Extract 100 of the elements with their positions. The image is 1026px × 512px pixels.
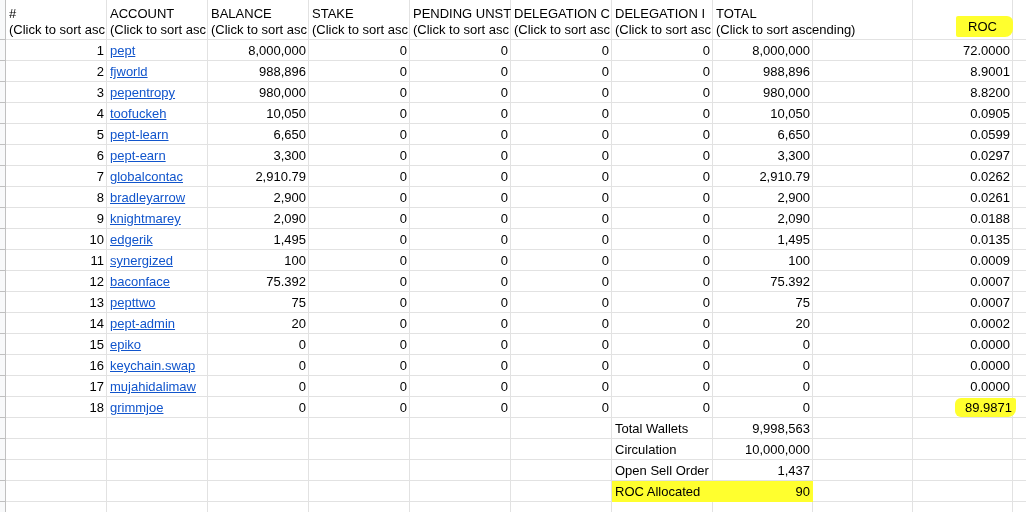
table-cell: 0.0135 bbox=[970, 232, 1010, 247]
table-cell: 0 bbox=[702, 295, 710, 310]
account-link[interactable]: edgerik bbox=[110, 232, 153, 247]
column-header[interactable]: PENDING UNST bbox=[413, 6, 512, 21]
table-cell: 0 bbox=[702, 337, 710, 352]
account-link[interactable]: globalcontac bbox=[110, 169, 183, 184]
row-number: 6 bbox=[96, 148, 104, 163]
row-number: 9 bbox=[96, 211, 104, 226]
table-cell: 0.0007 bbox=[970, 274, 1010, 289]
column-header[interactable]: DELEGATION C bbox=[514, 6, 610, 21]
table-cell: 0.0261 bbox=[970, 190, 1010, 205]
table-cell: 0 bbox=[399, 64, 407, 79]
table-cell: 2,090 bbox=[777, 211, 810, 226]
table-cell: 0 bbox=[399, 43, 407, 58]
table-cell: 0 bbox=[500, 379, 508, 394]
table-cell: 8.8200 bbox=[970, 85, 1010, 100]
sort-hint[interactable]: (Click to sort asc bbox=[413, 22, 510, 37]
account-link[interactable]: pept bbox=[110, 43, 136, 58]
account-link[interactable]: pept-earn bbox=[110, 148, 166, 163]
sort-hint[interactable]: (Click to sort asc bbox=[9, 22, 106, 37]
table-cell: 0 bbox=[500, 148, 508, 163]
table-cell: 0.0188 bbox=[970, 211, 1010, 226]
sort-hint[interactable]: (Click to sort ascending) bbox=[716, 22, 856, 37]
account-link[interactable]: epiko bbox=[110, 337, 142, 352]
table-cell: 2,910.79 bbox=[759, 169, 810, 184]
account-link[interactable]: grimmjoe bbox=[110, 400, 164, 415]
row-number: 8 bbox=[96, 190, 104, 205]
table-cell: 0 bbox=[601, 337, 609, 352]
account-link[interactable]: pepentropy bbox=[110, 85, 176, 100]
column-header[interactable]: TOTAL bbox=[716, 6, 757, 21]
account-link[interactable]: pepttwo bbox=[110, 295, 156, 310]
table-cell: 10,050 bbox=[266, 106, 306, 121]
summary-label: Total Wallets bbox=[615, 421, 689, 436]
table-cell: 0 bbox=[298, 358, 306, 373]
column-header[interactable]: BALANCE bbox=[211, 6, 272, 21]
table-cell: 20 bbox=[291, 316, 306, 331]
table-cell: 980,000 bbox=[763, 85, 810, 100]
table-cell: 8.9001 bbox=[970, 64, 1010, 79]
account-link[interactable]: toofuckeh bbox=[110, 106, 167, 121]
row-number: 3 bbox=[96, 85, 104, 100]
account-link[interactable]: keychain.swap bbox=[110, 358, 196, 373]
table-cell: 0 bbox=[399, 253, 407, 268]
row-number: 12 bbox=[89, 274, 104, 289]
row-number: 16 bbox=[89, 358, 104, 373]
table-cell: 3,300 bbox=[777, 148, 810, 163]
sort-hint[interactable]: (Click to sort asc bbox=[615, 22, 712, 37]
row-number: 1 bbox=[96, 43, 104, 58]
table-cell: 0 bbox=[601, 400, 609, 415]
row-number: 15 bbox=[89, 337, 104, 352]
table-cell: 2,090 bbox=[273, 211, 306, 226]
table-cell: 0 bbox=[702, 64, 710, 79]
row-number: 18 bbox=[89, 400, 104, 415]
table-cell: 100 bbox=[284, 253, 306, 268]
table-cell: 0 bbox=[500, 190, 508, 205]
table-cell: 0 bbox=[702, 43, 710, 58]
table-cell: 0 bbox=[399, 358, 407, 373]
account-link[interactable]: baconface bbox=[110, 274, 170, 289]
account-link[interactable]: bradleyarrow bbox=[110, 190, 186, 205]
table-cell: 0 bbox=[702, 85, 710, 100]
table-cell: 0 bbox=[601, 106, 609, 121]
account-link[interactable]: mujahidalimaw bbox=[110, 379, 196, 394]
table-cell: 0 bbox=[702, 169, 710, 184]
table-cell: 2,900 bbox=[273, 190, 306, 205]
account-link[interactable]: pept-admin bbox=[110, 316, 176, 331]
table-cell: 0.0000 bbox=[970, 337, 1010, 352]
sort-hint[interactable]: (Click to sort asc bbox=[312, 22, 409, 37]
table-cell: 75.392 bbox=[770, 274, 810, 289]
table-cell: 0 bbox=[601, 295, 609, 310]
table-cell: 0 bbox=[601, 274, 609, 289]
column-header[interactable]: ROC bbox=[956, 16, 1013, 37]
sort-hint[interactable]: (Click to sort asc bbox=[211, 22, 308, 37]
table-cell: 2,910.79 bbox=[255, 169, 306, 184]
table-cell: 0 bbox=[601, 316, 609, 331]
table-cell: 0.0007 bbox=[970, 295, 1010, 310]
column-header[interactable]: ACCOUNT bbox=[110, 6, 175, 21]
table-cell: 0 bbox=[802, 337, 810, 352]
table-cell: 988,896 bbox=[259, 64, 306, 79]
table-cell: 0 bbox=[601, 85, 609, 100]
column-header[interactable]: # bbox=[9, 6, 17, 21]
table-cell: 0 bbox=[601, 43, 609, 58]
account-link[interactable]: synergized bbox=[110, 253, 173, 268]
row-number: 7 bbox=[96, 169, 104, 184]
account-link[interactable]: pept-learn bbox=[110, 127, 169, 142]
sort-hint[interactable]: (Click to sort asc bbox=[514, 22, 611, 37]
account-link[interactable]: knightmarey bbox=[110, 211, 181, 226]
sort-hint[interactable]: (Click to sort asc bbox=[110, 22, 207, 37]
column-header[interactable]: DELEGATION I bbox=[615, 6, 706, 21]
table-cell: 0 bbox=[500, 85, 508, 100]
table-cell: 100 bbox=[788, 253, 810, 268]
table-cell: 0 bbox=[399, 316, 407, 331]
table-cell: 0 bbox=[802, 379, 810, 394]
table-cell: 0 bbox=[500, 358, 508, 373]
column-header[interactable]: STAKE bbox=[312, 6, 354, 21]
table-cell: 0 bbox=[500, 211, 508, 226]
account-link[interactable]: fjworld bbox=[110, 64, 148, 79]
summary-value: 10,000,000 bbox=[744, 442, 810, 457]
table-cell: 0 bbox=[702, 400, 710, 415]
table-cell: 0 bbox=[399, 211, 407, 226]
table-cell: 0 bbox=[500, 232, 508, 247]
table-cell: 10,050 bbox=[770, 106, 810, 121]
